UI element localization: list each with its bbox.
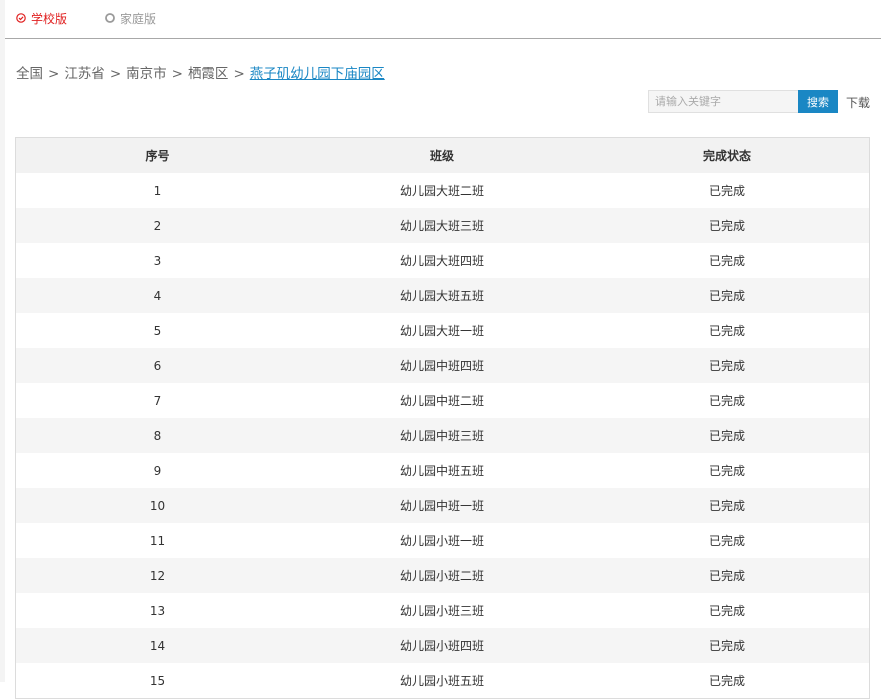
cell-status: 已完成 (585, 593, 869, 628)
cell-status: 已完成 (585, 348, 869, 383)
cell-class: 幼儿园中班一班 (299, 488, 585, 523)
cell-index: 7 (16, 383, 299, 418)
cell-class: 幼儿园中班五班 (299, 453, 585, 488)
cell-status: 已完成 (585, 488, 869, 523)
tab-school-edition[interactable]: 学校版 (16, 10, 67, 27)
table-row: 11 幼儿园小班一班 已完成 (16, 523, 869, 558)
cell-status: 已完成 (585, 383, 869, 418)
cell-class: 幼儿园大班三班 (299, 208, 585, 243)
cell-class: 幼儿园小班四班 (299, 628, 585, 663)
radio-circle-icon (105, 13, 115, 23)
edition-tabs: 学校版 家庭版 (16, 9, 156, 27)
cell-index: 14 (16, 628, 299, 663)
search-button[interactable]: 搜索 (798, 90, 838, 113)
breadcrumb-current[interactable]: 燕子矶幼儿园下庙园区 (250, 66, 385, 82)
table: 序号 班级 完成状态 1 幼儿园大班二班 已完成 2 幼儿园大班三班 已完成 3 幼儿园大班四… (16, 138, 869, 698)
search-input[interactable] (648, 90, 798, 113)
cell-status: 已完成 (585, 628, 869, 663)
cell-status: 已完成 (585, 208, 869, 243)
table-row: 14 幼儿园小班四班 已完成 (16, 628, 869, 663)
cell-index: 8 (16, 418, 299, 453)
breadcrumb-separator: > (48, 66, 60, 82)
table-row: 1 幼儿园大班二班 已完成 (16, 173, 869, 208)
left-rail (0, 0, 5, 682)
table-row: 9 幼儿园中班五班 已完成 (16, 453, 869, 488)
cell-status: 已完成 (585, 313, 869, 348)
table-row: 5 幼儿园大班一班 已完成 (16, 313, 869, 348)
top-divider (5, 38, 881, 39)
cell-class: 幼儿园大班一班 (299, 313, 585, 348)
cell-index: 13 (16, 593, 299, 628)
table-row: 4 幼儿园大班五班 已完成 (16, 278, 869, 313)
table-header-row: 序号 班级 完成状态 (16, 138, 869, 173)
cell-index: 12 (16, 558, 299, 593)
cell-class: 幼儿园小班一班 (299, 523, 585, 558)
breadcrumb-separator: > (233, 66, 245, 82)
column-header-class: 班级 (299, 138, 585, 173)
table-row: 10 幼儿园中班一班 已完成 (16, 488, 869, 523)
breadcrumb-item[interactable]: 江苏省 (64, 66, 105, 82)
breadcrumb-item[interactable]: 栖霞区 (188, 66, 229, 82)
cell-class: 幼儿园小班二班 (299, 558, 585, 593)
cell-index: 10 (16, 488, 299, 523)
cell-status: 已完成 (585, 243, 869, 278)
cell-status: 已完成 (585, 418, 869, 453)
breadcrumb-item[interactable]: 南京市 (126, 66, 167, 82)
cell-index: 15 (16, 663, 299, 698)
cell-class: 幼儿园中班三班 (299, 418, 585, 453)
cell-class: 幼儿园中班二班 (299, 383, 585, 418)
cell-class: 幼儿园大班二班 (299, 173, 585, 208)
cell-index: 11 (16, 523, 299, 558)
download-link[interactable]: 下载 (846, 94, 870, 111)
breadcrumb-separator: > (109, 66, 122, 82)
cell-index: 6 (16, 348, 299, 383)
cell-class: 幼儿园中班四班 (299, 348, 585, 383)
column-header-index: 序号 (16, 138, 299, 173)
table-row: 3 幼儿园大班四班 已完成 (16, 243, 869, 278)
cell-index: 1 (16, 173, 299, 208)
tab-family-label: 家庭版 (120, 11, 157, 26)
cell-class: 幼儿园大班五班 (299, 278, 585, 313)
cell-class: 幼儿园大班四班 (299, 243, 585, 278)
cell-index: 5 (16, 313, 299, 348)
tab-school-label: 学校版 (31, 11, 68, 26)
cell-status: 已完成 (585, 278, 869, 313)
breadcrumb-separator: > (171, 66, 183, 82)
cell-status: 已完成 (585, 523, 869, 558)
cell-index: 2 (16, 208, 299, 243)
cell-status: 已完成 (585, 558, 869, 593)
cell-index: 4 (16, 278, 299, 313)
table-row: 15 幼儿园小班五班 已完成 (16, 663, 869, 698)
table-row: 2 幼儿园大班三班 已完成 (16, 208, 869, 243)
page: 学校版 家庭版 全国>江苏省>南京市>栖霞区>燕子矶幼儿园下庙园区 搜索 下载 … (0, 0, 890, 699)
breadcrumb: 全国 > 江苏省 > 南京市 > 栖霞区 > 燕子矶幼儿园下庙园区 (16, 62, 385, 82)
cell-class: 幼儿园小班三班 (299, 593, 585, 628)
column-header-status: 完成状态 (585, 138, 869, 173)
class-status-table: 序号 班级 完成状态 1 幼儿园大班二班 已完成 2 幼儿园大班三班 已完成 3 幼儿园大班四… (15, 137, 870, 699)
check-circle-icon (16, 13, 26, 23)
table-row: 12 幼儿园小班二班 已完成 (16, 558, 869, 593)
cell-status: 已完成 (585, 453, 869, 488)
table-body: 1 幼儿园大班二班 已完成 2 幼儿园大班三班 已完成 3 幼儿园大班四班 已完成 4 幼儿园大班五… (16, 173, 869, 698)
cell-class: 幼儿园小班五班 (299, 663, 585, 698)
cell-index: 9 (16, 453, 299, 488)
table-row: 6 幼儿园中班四班 已完成 (16, 348, 869, 383)
table-row: 7 幼儿园中班二班 已完成 (16, 383, 869, 418)
table-row: 13 幼儿园小班三班 已完成 (16, 593, 869, 628)
cell-status: 已完成 (585, 173, 869, 208)
cell-index: 3 (16, 243, 299, 278)
tab-family-edition[interactable]: 家庭版 (105, 10, 156, 27)
breadcrumb-item[interactable]: 全国 (16, 66, 43, 82)
table-row: 8 幼儿园中班三班 已完成 (16, 418, 869, 453)
cell-status: 已完成 (585, 663, 869, 698)
